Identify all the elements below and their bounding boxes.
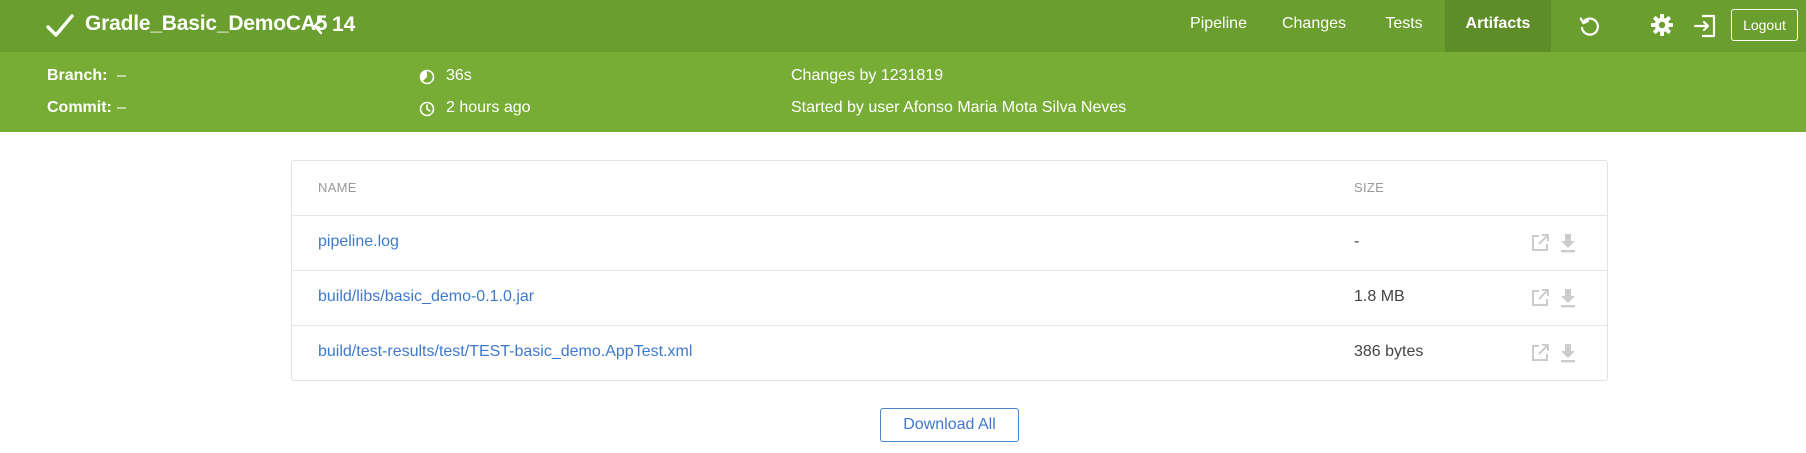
duration-icon: [419, 69, 435, 85]
run-number: 14: [332, 13, 356, 36]
commit-label: Commit:: [47, 99, 112, 116]
started-by: Started by user Afonso Maria Mota Silva …: [791, 99, 1127, 116]
download-icon[interactable]: [1559, 287, 1577, 309]
duration-value: 36s: [446, 67, 472, 84]
table-row: build/test-results/test/TEST-basic_demo.…: [292, 325, 1607, 380]
pipeline-name[interactable]: Gradle_Basic_DemoCA5: [85, 12, 327, 36]
replay-icon[interactable]: [1577, 14, 1601, 38]
table-row: pipeline.log -: [292, 215, 1607, 270]
top-header: Gradle_Basic_DemoCA5 14 Pipeline Changes…: [0, 0, 1806, 52]
clock-icon: [419, 101, 435, 117]
artifact-link[interactable]: pipeline.log: [318, 233, 399, 251]
run-details: Branch: – Commit: – 36s 2 hours ago Chan…: [0, 52, 1806, 132]
branch-value: –: [117, 67, 126, 84]
gear-icon[interactable]: [1650, 13, 1674, 37]
commit-value: –: [117, 99, 126, 116]
exit-icon[interactable]: [1693, 14, 1717, 38]
chevron-left-icon[interactable]: [311, 16, 325, 36]
artifact-link[interactable]: build/test-results/test/TEST-basic_demo.…: [318, 343, 692, 361]
branch-label: Branch:: [47, 67, 108, 84]
artifact-size: 1.8 MB: [1354, 288, 1405, 305]
table-row: build/libs/basic_demo-0.1.0.jar 1.8 MB: [292, 270, 1607, 325]
open-external-icon[interactable]: [1530, 233, 1550, 253]
logout-button[interactable]: Logout: [1731, 9, 1798, 41]
column-header-name: NAME: [318, 180, 357, 195]
tab-pipeline[interactable]: Pipeline: [1172, 0, 1265, 52]
download-all-button[interactable]: Download All: [880, 408, 1019, 442]
artifact-size: 386 bytes: [1354, 343, 1424, 360]
open-external-icon[interactable]: [1530, 288, 1550, 308]
tab-changes[interactable]: Changes: [1265, 0, 1363, 52]
time-ago: 2 hours ago: [446, 99, 531, 116]
tab-artifacts[interactable]: Artifacts: [1445, 0, 1551, 52]
nav-tabs: Pipeline Changes Tests Artifacts: [1172, 0, 1551, 52]
open-external-icon[interactable]: [1530, 343, 1550, 363]
download-icon[interactable]: [1559, 342, 1577, 364]
artifact-size: -: [1354, 233, 1360, 250]
table-header: NAME SIZE: [292, 161, 1607, 215]
tab-tests[interactable]: Tests: [1363, 0, 1445, 52]
artifacts-table: NAME SIZE pipeline.log - build/libs/basi…: [291, 160, 1608, 381]
column-header-size: SIZE: [1354, 180, 1385, 195]
check-icon: [46, 14, 74, 37]
artifact-link[interactable]: build/libs/basic_demo-0.1.0.jar: [318, 288, 534, 306]
changes-by: Changes by 1231819: [791, 67, 944, 84]
download-icon[interactable]: [1559, 232, 1577, 254]
